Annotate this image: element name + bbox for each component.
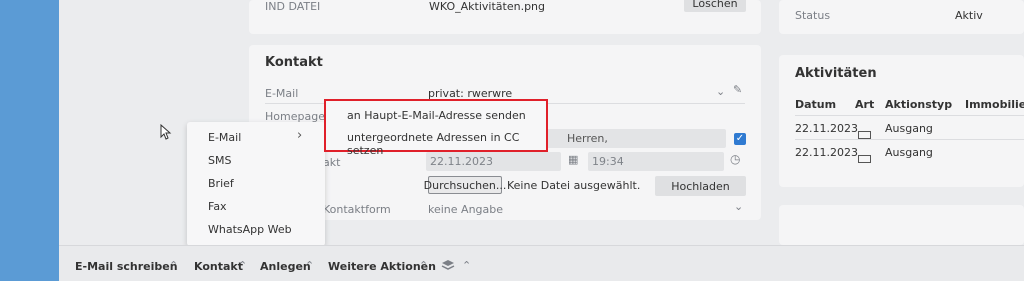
email-icon xyxy=(858,155,871,163)
browse-button[interactable]: Durchsuchen... xyxy=(424,176,506,194)
menu-item-fax[interactable]: Fax xyxy=(208,200,227,213)
row-datum: 22.11.2023 xyxy=(795,122,858,135)
time-field[interactable]: 19:34 xyxy=(588,152,724,171)
chevron-right-icon: › xyxy=(297,128,303,143)
chevron-up-icon[interactable]: ⌃ xyxy=(169,259,178,272)
write-email-button[interactable]: E-Mail schreiben xyxy=(75,260,178,273)
time-value: 19:34 xyxy=(592,155,624,168)
anlegen-menu-button[interactable]: Anlegen xyxy=(260,260,311,273)
anrede-checkbox[interactable]: ✓ xyxy=(734,133,746,145)
column-header-aktionstyp[interactable]: Aktionstyp xyxy=(885,98,952,111)
date-label: akt xyxy=(323,156,341,169)
submenu-cc-sub-addresses[interactable]: untergeordnete Adressen in CC setzen xyxy=(347,131,546,157)
layers-icon[interactable] xyxy=(441,259,455,272)
kontakt-menu-button[interactable]: Kontakt xyxy=(194,260,243,273)
status-card: Status Aktiv xyxy=(779,0,1024,34)
chevron-down-icon[interactable]: ⌄ xyxy=(716,85,725,98)
email-icon xyxy=(858,131,871,139)
table-row[interactable]: 22.11.2023 Ausgang xyxy=(779,116,1024,139)
email-submenu: an Haupt-E-Mail-Adresse senden untergeor… xyxy=(324,99,548,157)
kontaktform-value[interactable]: keine Angabe xyxy=(428,203,503,216)
table-row[interactable]: 22.11.2023 Ausgang xyxy=(779,140,1024,163)
bottom-action-bar: E-Mail schreiben ⌃ Kontakt ⌃ Anlegen ⌃ W… xyxy=(59,245,1024,281)
file-card: IND DATEI WKO_Aktivitäten.png Löschen xyxy=(249,0,761,34)
chevron-up-icon[interactable]: ⌃ xyxy=(305,259,314,272)
context-menu: E-Mail › SMS Brief Fax WhatsApp Web xyxy=(187,122,325,246)
lower-card xyxy=(779,205,1024,245)
no-file-text: Keine Datei ausgewählt. xyxy=(507,179,641,192)
menu-item-sms[interactable]: SMS xyxy=(208,154,231,167)
row-aktionstyp: Ausgang xyxy=(885,122,933,135)
column-header-datum[interactable]: Datum xyxy=(795,98,836,111)
column-header-immobilie[interactable]: Immobilie xyxy=(965,98,1024,111)
chevron-up-icon[interactable]: ⌃ xyxy=(419,259,428,272)
anrede-value: Herren, xyxy=(567,132,608,145)
cursor-icon xyxy=(160,124,172,140)
row-aktionstyp: Ausgang xyxy=(885,146,933,159)
aktivitaeten-card: Aktivitäten Datum Art Aktionstyp Immobil… xyxy=(779,55,1024,187)
calendar-icon[interactable]: ▦ xyxy=(568,153,578,166)
row-datum: 22.11.2023 xyxy=(795,146,858,159)
chevron-up-icon[interactable]: ⌃ xyxy=(462,259,471,272)
kontakt-title: Kontakt xyxy=(265,55,323,70)
upload-button[interactable]: Hochladen xyxy=(655,176,746,196)
left-sidebar xyxy=(0,0,59,281)
delete-file-button[interactable]: Löschen xyxy=(684,0,746,12)
chevron-down-icon[interactable]: ⌄ xyxy=(734,200,743,213)
status-value: Aktiv xyxy=(955,9,983,22)
file-label: IND DATEI xyxy=(265,0,321,13)
menu-item-brief[interactable]: Brief xyxy=(208,177,234,190)
submenu-send-main-address[interactable]: an Haupt-E-Mail-Adresse senden xyxy=(347,109,526,122)
email-label: E-Mail xyxy=(265,87,299,100)
menu-item-whatsapp-web[interactable]: WhatsApp Web xyxy=(208,223,292,236)
chevron-up-icon[interactable]: ⌃ xyxy=(238,259,247,272)
menu-item-email[interactable]: E-Mail xyxy=(208,131,241,144)
kontaktform-label: Kontaktform xyxy=(323,203,391,216)
pencil-icon[interactable]: ✎ xyxy=(733,83,742,96)
file-name[interactable]: WKO_Aktivitäten.png xyxy=(429,0,545,13)
clock-icon[interactable]: ◷ xyxy=(730,152,740,166)
aktivitaeten-title: Aktivitäten xyxy=(795,66,877,81)
status-label: Status xyxy=(795,9,831,22)
column-header-art[interactable]: Art xyxy=(855,98,874,111)
